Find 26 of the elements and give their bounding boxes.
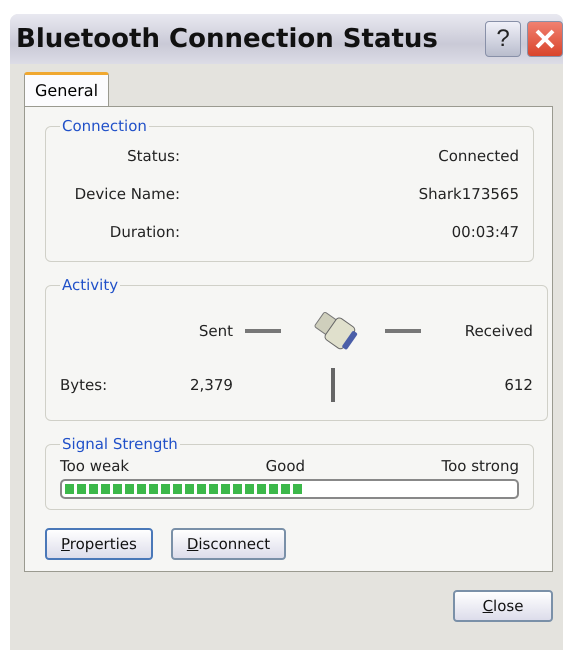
field-label: Status: [126,147,180,165]
bytes-label: Bytes: [60,376,108,394]
action-button[interactable]: Disconnect [170,528,286,560]
divider-bar [330,368,335,402]
received-label: Received [464,322,533,340]
close-icon [534,28,556,50]
scale-label: Too strong [442,457,519,475]
close-dialog-button[interactable]: Close [453,590,553,622]
field-label: Duration: [108,223,180,241]
field-value: Shark173565 [418,185,519,203]
scale-label: Too weak [60,457,130,475]
field-label: Device Name: [74,185,180,203]
close-button[interactable] [527,21,563,57]
group-title: Activity [61,276,120,294]
action-button[interactable]: Properties [45,528,153,560]
sent-label: Sent [198,322,233,340]
tab[interactable]: General [24,72,110,107]
group-title: Signal Strength [61,435,179,453]
field-value: Connected [438,147,519,165]
scale-label: Good [266,457,306,475]
group-title: Connection [61,117,148,135]
bytes-sent: 2,379 [190,376,233,394]
help-button[interactable]: ? [485,21,521,57]
bytes-received: 612 [504,376,533,394]
window-title: Bluetooth Connection Status [16,24,439,54]
field-value: 00:03:47 [452,223,519,241]
